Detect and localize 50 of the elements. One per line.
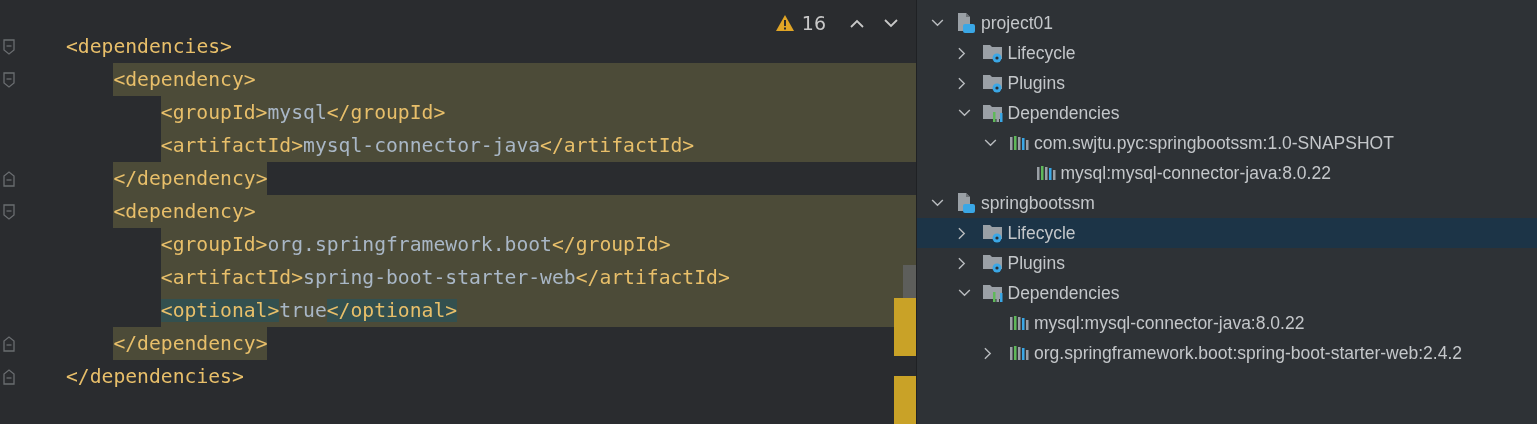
chevron-right-icon[interactable]	[957, 76, 966, 90]
gear-folder-icon	[981, 42, 1004, 64]
maven-file-icon	[955, 12, 977, 34]
fold-marker-icon[interactable]	[3, 335, 15, 352]
tree-item[interactable]: mysql:mysql-connector-java:8.0.22	[917, 158, 1537, 188]
gear-folder-icon	[981, 222, 1004, 244]
chevron-right-icon[interactable]	[957, 46, 966, 60]
fold-marker-icon[interactable]	[3, 170, 15, 187]
library-folder-icon	[981, 282, 1004, 304]
maven-file-icon	[955, 192, 977, 214]
fold-marker-icon[interactable]	[3, 368, 15, 385]
tree-item[interactable]: mysql:mysql-connector-java:8.0.22	[917, 308, 1537, 338]
code-line: <dependency>	[113, 67, 256, 93]
tree-item[interactable]: com.swjtu.pyc:springbootssm:1.0-SNAPSHOT	[917, 128, 1537, 158]
chevron-down-icon[interactable]	[931, 199, 944, 207]
code-line: <artifactId>mysql-connector-java</artifactId>	[160, 133, 695, 159]
tree-item[interactable]: springbootssm	[917, 188, 1537, 218]
tree-item[interactable]: Lifecycle	[917, 218, 1537, 248]
fold-marker-icon[interactable]	[3, 203, 15, 220]
gear-folder-icon	[981, 72, 1004, 94]
tree-item[interactable]: Lifecycle	[917, 38, 1537, 68]
warning-count[interactable]: 16	[801, 12, 826, 34]
code-line: <dependency>	[113, 199, 256, 225]
chevron-down-icon[interactable]	[931, 19, 944, 27]
gear-folder-icon	[981, 252, 1004, 274]
scrollbar-thumb[interactable]	[903, 265, 916, 298]
code-line: <dependencies>	[66, 34, 232, 60]
tree-item[interactable]: org.springframework.boot:spring-boot-starter-web:2.4.2	[917, 338, 1537, 368]
library-folder-icon	[981, 102, 1004, 124]
code-line: </dependencies>	[66, 364, 244, 390]
code-line: <optional>true</optional>	[160, 298, 458, 324]
fold-marker-icon[interactable]	[3, 38, 15, 55]
tree-item[interactable]: Dependencies	[917, 278, 1537, 308]
tree-item[interactable]: project01	[917, 8, 1537, 38]
chevron-down-icon[interactable]	[957, 289, 971, 297]
fold-marker-icon[interactable]	[3, 71, 15, 88]
tree-item[interactable]: Plugins	[917, 248, 1537, 278]
chevron-right-icon[interactable]	[957, 256, 966, 270]
code-line: <groupId>org.springframework.boot</groupId>	[160, 232, 671, 258]
chevron-down-icon[interactable]	[957, 109, 971, 117]
tree-item[interactable]: Plugins	[917, 68, 1537, 98]
chevron-right-icon[interactable]	[984, 346, 992, 360]
chevron-down-icon[interactable]	[884, 18, 898, 28]
tree-item[interactable]: Dependencies	[917, 98, 1537, 128]
code-line: <artifactId>spring-boot-starter-web</artifactId>	[160, 265, 730, 291]
chevron-right-icon[interactable]	[957, 226, 966, 240]
chevron-down-icon[interactable]	[984, 139, 997, 147]
chevron-up-icon[interactable]	[850, 18, 864, 28]
code-line: <groupId>mysql</groupId>	[160, 100, 446, 126]
warning-icon	[775, 15, 794, 31]
